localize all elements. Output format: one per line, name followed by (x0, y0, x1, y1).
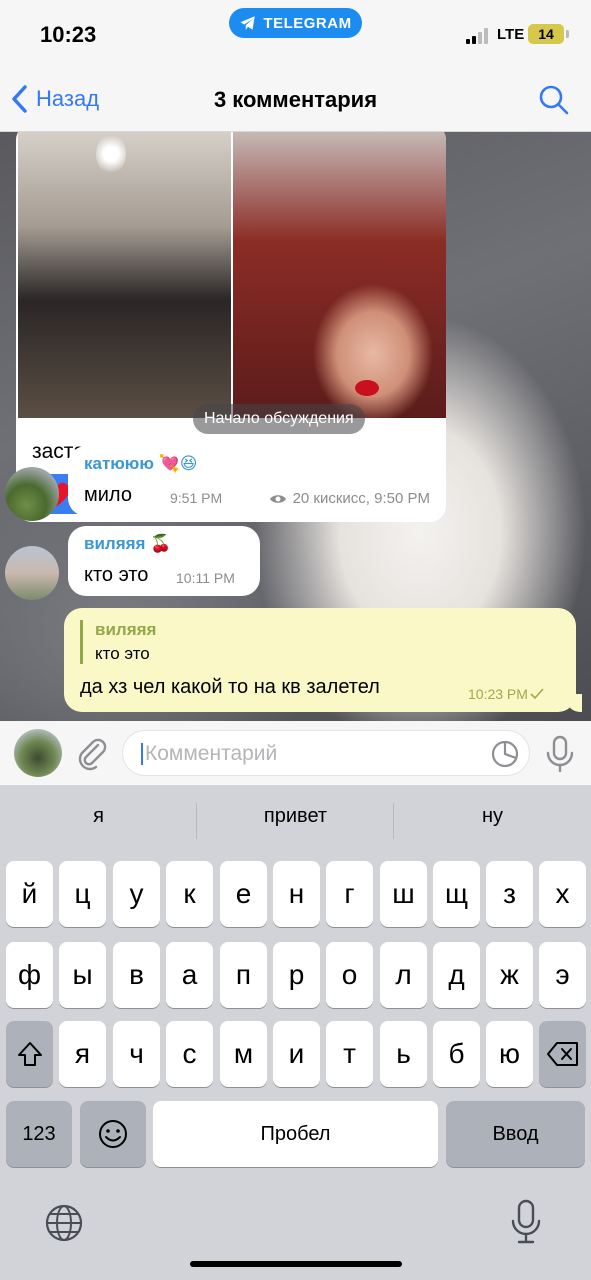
key[interactable]: ь (380, 1021, 427, 1087)
telegram-pill-label: TELEGRAM (263, 14, 352, 32)
key[interactable]: л (380, 942, 427, 1008)
network-label: LTE (497, 26, 525, 43)
signal-icon (466, 28, 492, 44)
key[interactable]: в (113, 942, 160, 1008)
space-key[interactable]: Пробел (153, 1101, 438, 1167)
key[interactable]: б (433, 1021, 480, 1087)
discussion-start-label: Начало обсуждения (193, 404, 365, 434)
message-author[interactable]: виляяя 🍒 (84, 534, 171, 554)
message-author[interactable]: катююю 💘😆 (84, 454, 197, 474)
key[interactable]: г (326, 861, 373, 927)
post-meta-text: 20 кискисс, 9:50 PM (292, 490, 430, 507)
avatar[interactable] (5, 546, 59, 600)
key[interactable]: а (166, 942, 213, 1008)
key[interactable]: т (326, 1021, 373, 1087)
key[interactable]: ж (486, 942, 533, 1008)
key[interactable]: о (326, 942, 373, 1008)
message-time: 10:11 PM (176, 570, 235, 586)
key[interactable]: у (113, 861, 160, 927)
comment-input[interactable]: Комментарий (122, 730, 530, 776)
backspace-key[interactable] (539, 1021, 586, 1087)
home-indicator[interactable] (190, 1261, 402, 1267)
suggestion-2[interactable]: привет (197, 805, 394, 828)
sticker-icon[interactable] (491, 740, 519, 768)
key[interactable]: с (166, 1021, 213, 1087)
suggestion-3[interactable]: ну (394, 805, 591, 828)
message-text: мило (84, 484, 132, 506)
message-time: 10:23 PM (468, 686, 528, 702)
bubble-tail (566, 694, 582, 712)
key[interactable]: э (539, 942, 586, 1008)
message-bubble[interactable]: виляяя 🍒 кто это 10:11 PM (68, 526, 260, 596)
battery-tip (566, 30, 569, 38)
photo-flash (96, 134, 126, 174)
reply-quote[interactable]: виляяя кто это (80, 620, 156, 664)
emoji-key[interactable] (80, 1101, 146, 1167)
chevron-left-icon (12, 85, 27, 113)
status-bar: 10:23 TELEGRAM LTE 14 (0, 0, 591, 70)
shift-icon (17, 1042, 42, 1066)
reply-author: виляяя (95, 620, 157, 639)
message-text: да хз чел какой то на кв залетел (80, 676, 380, 698)
comment-placeholder: Комментарий (145, 742, 278, 765)
post-meta: 20 кискисс, 9:50 PM (269, 490, 430, 507)
search-icon[interactable] (538, 84, 570, 116)
avatar[interactable] (14, 729, 62, 777)
key[interactable]: ы (59, 942, 106, 1008)
message-time-status: 10:23 PM (468, 686, 544, 702)
message-text: кто это (84, 564, 149, 586)
key[interactable]: х (539, 861, 586, 927)
text-caret (141, 743, 143, 765)
key[interactable]: к (166, 861, 213, 927)
key[interactable]: ю (486, 1021, 533, 1087)
telegram-icon (240, 16, 256, 30)
suggestion-1[interactable]: я (0, 805, 197, 828)
key[interactable]: р (273, 942, 320, 1008)
message-time: 9:51 PM (170, 490, 223, 506)
outgoing-message-bubble[interactable]: виляяя кто это да хз чел какой то на кв … (64, 608, 576, 712)
check-icon (530, 688, 544, 700)
telegram-pill[interactable]: TELEGRAM (229, 8, 362, 38)
emoji-icon (99, 1120, 127, 1148)
key[interactable]: е (220, 861, 267, 927)
microphone-icon[interactable] (544, 735, 576, 773)
key[interactable]: м (220, 1021, 267, 1087)
post-photo-1[interactable] (18, 132, 231, 418)
photo-detail (355, 380, 379, 396)
microphone-icon[interactable] (510, 1199, 542, 1245)
reply-text: кто это (95, 644, 150, 663)
eye-icon (269, 494, 286, 503)
key[interactable]: ф (6, 942, 53, 1008)
comment-composer: Комментарий (0, 721, 591, 785)
back-label: Назад (36, 86, 100, 111)
backspace-icon (546, 1042, 578, 1066)
key[interactable]: й (6, 861, 53, 927)
key[interactable]: д (433, 942, 480, 1008)
status-time: 10:23 (40, 22, 97, 47)
key[interactable]: н (273, 861, 320, 927)
numbers-key[interactable]: 123 (6, 1101, 72, 1167)
key[interactable]: з (486, 861, 533, 927)
chat-area[interactable]: заставила 6 20 кискисс, 9:50 PM Начало о… (0, 132, 591, 721)
key[interactable]: ш (380, 861, 427, 927)
key[interactable]: п (220, 942, 267, 1008)
battery-icon: 14 (528, 24, 564, 44)
avatar[interactable] (5, 467, 59, 521)
key[interactable]: я (59, 1021, 106, 1087)
battery-level: 14 (538, 26, 554, 42)
key[interactable]: и (273, 1021, 320, 1087)
shift-key[interactable] (6, 1021, 53, 1087)
globe-icon[interactable] (44, 1203, 84, 1243)
key[interactable]: щ (433, 861, 480, 927)
keyboard: я привет ну й ц у к е н г ш щ з х ф ы в … (0, 785, 591, 1280)
back-button[interactable]: Назад (10, 84, 99, 114)
message-bubble[interactable]: катююю 💘😆 мило 9:51 PM (68, 446, 248, 516)
key[interactable]: ц (59, 861, 106, 927)
return-key[interactable]: Ввод (446, 1101, 585, 1167)
post-photo-2[interactable] (233, 132, 446, 418)
key[interactable]: ч (113, 1021, 160, 1087)
paperclip-icon[interactable] (74, 735, 110, 771)
nav-bar: Назад 3 комментария (0, 70, 591, 132)
